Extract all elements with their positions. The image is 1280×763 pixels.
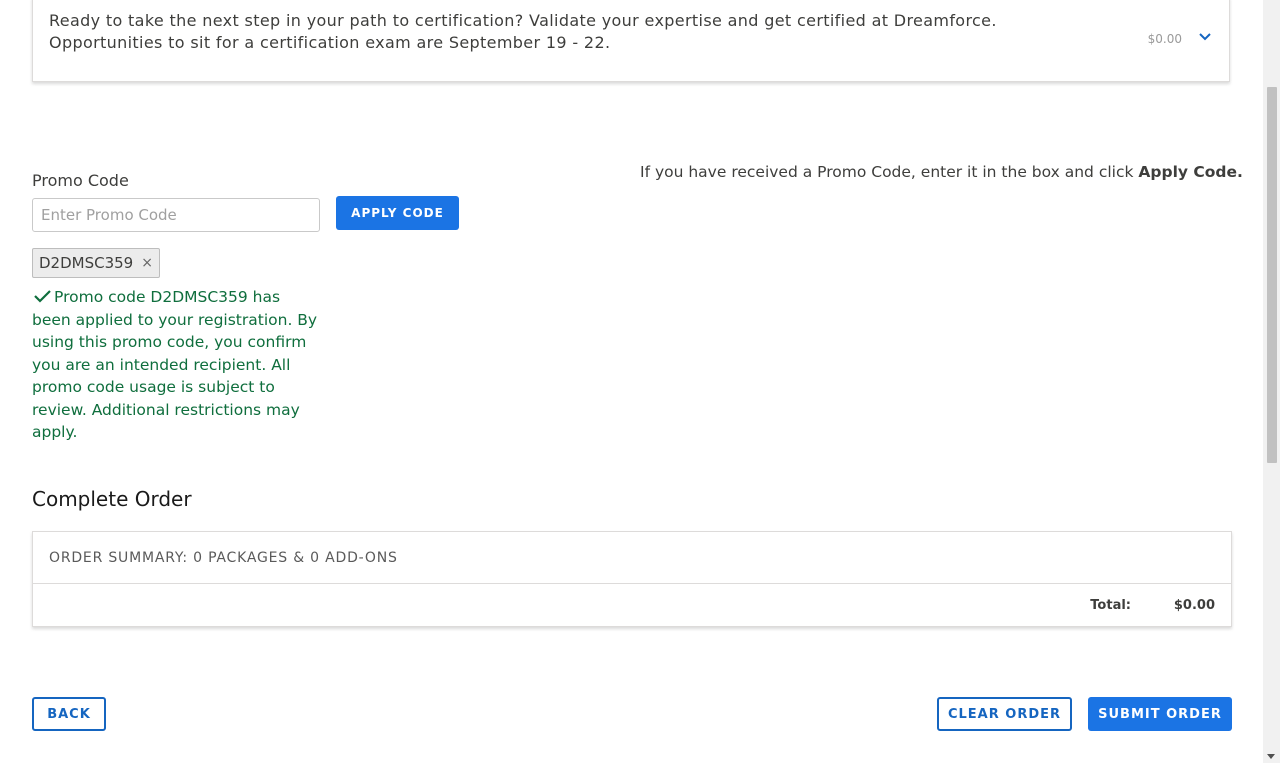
scrollbar-thumb[interactable] bbox=[1267, 87, 1277, 463]
promo-code-label: Promo Code bbox=[32, 171, 129, 190]
promo-help-text: If you have received a Promo Code, enter… bbox=[640, 163, 1243, 181]
certification-line-2: Opportunities to sit for a certification… bbox=[49, 33, 611, 52]
order-total-value: $0.00 bbox=[1173, 598, 1215, 613]
scroll-down-arrow-icon[interactable] bbox=[1267, 754, 1275, 759]
order-summary-card: ORDER SUMMARY: 0 PACKAGES & 0 ADD-ONS To… bbox=[32, 531, 1232, 627]
promo-help-plain: If you have received a Promo Code, enter… bbox=[640, 163, 1139, 181]
apply-code-button[interactable]: APPLY CODE bbox=[336, 196, 459, 230]
certification-line-1: Ready to take the next step in your path… bbox=[49, 11, 997, 30]
vertical-scrollbar[interactable] bbox=[1263, 0, 1280, 763]
order-divider bbox=[33, 583, 1231, 584]
registration-page: Ready to take the next step in your path… bbox=[0, 0, 1280, 763]
promo-code-input[interactable] bbox=[32, 198, 320, 232]
promo-success-message: Promo code D2DMSC359 has been applied to… bbox=[32, 286, 322, 444]
order-total-label: Total: bbox=[1090, 598, 1131, 613]
certification-price: $0.00 bbox=[1147, 32, 1182, 46]
promo-help-bold: Apply Code. bbox=[1138, 163, 1243, 181]
complete-order-heading: Complete Order bbox=[32, 487, 192, 511]
certification-description: Ready to take the next step in your path… bbox=[49, 10, 1009, 54]
chevron-down-icon[interactable] bbox=[1197, 29, 1213, 45]
order-summary-title: ORDER SUMMARY: 0 PACKAGES & 0 ADD-ONS bbox=[49, 550, 398, 566]
clear-order-button[interactable]: CLEAR ORDER bbox=[937, 697, 1072, 731]
checkmark-icon bbox=[34, 290, 51, 303]
promo-success-text: Promo code D2DMSC359 has been applied to… bbox=[32, 288, 318, 441]
back-button[interactable]: BACK bbox=[32, 697, 106, 731]
applied-promo-code: D2DMSC359 bbox=[39, 254, 134, 272]
submit-order-button[interactable]: SUBMIT ORDER bbox=[1088, 697, 1232, 731]
remove-promo-icon[interactable]: × bbox=[141, 255, 153, 271]
certification-card: Ready to take the next step in your path… bbox=[32, 0, 1230, 82]
applied-promo-tag: D2DMSC359 × bbox=[32, 248, 160, 278]
